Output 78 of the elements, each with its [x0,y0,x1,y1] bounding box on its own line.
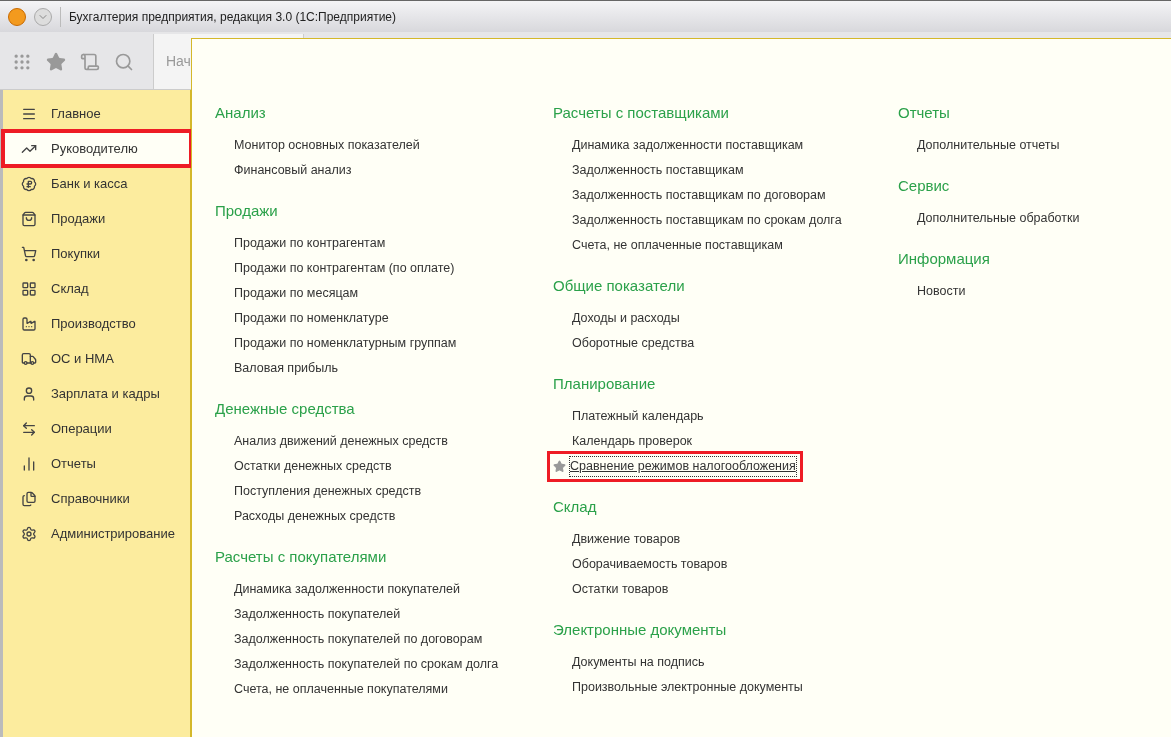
favorite-star-icon[interactable] [553,460,566,473]
sidebar-item[interactable]: Операции [3,411,190,446]
report-link[interactable]: Анализ движений денежных средств [234,432,448,451]
sidebar-item[interactable]: Продажи [3,201,190,236]
report-link[interactable]: Оборачиваемость товаров [572,555,728,574]
report-link[interactable]: Дополнительные отчеты [917,136,1060,155]
report-link[interactable]: Поступления денежных средств [234,482,422,501]
ruble-icon [21,175,37,192]
settings-icon [21,525,37,542]
section-heading: Отчеты [898,103,951,123]
report-link[interactable]: Доходы и расходы [572,309,680,328]
report-link[interactable]: Новости [917,282,966,301]
section-heading: Склад [553,497,598,517]
section-heading: Сервис [898,176,951,196]
report-link[interactable]: Задолженность покупателей по срокам долга [234,655,499,674]
grid-icon [21,280,37,297]
report-link[interactable]: Продажи по контрагентам [234,234,386,253]
report-link[interactable]: Календарь проверок [572,432,693,451]
report-link[interactable]: Остатки товаров [572,580,669,599]
window-title: Бухгалтерия предприятия, редакция 3.0 (1С:Предприятие) [69,8,397,26]
report-link[interactable]: Сравнение режимов налогообложения [569,456,797,477]
dropdown-button[interactable] [34,7,52,26]
sidebar-item[interactable]: Склад [3,271,190,306]
sidebar-item[interactable]: Банк и касса [3,166,190,201]
sidebar-item[interactable]: Отчеты [3,446,190,481]
sidebar-item[interactable]: Покупки [3,236,190,271]
report-link[interactable]: Задолженность покупателей по договорам [234,630,483,649]
sidebar-item[interactable]: ОС и НМА [3,341,190,376]
sidebar-item[interactable]: Главное [3,96,190,131]
section-heading: Продажи [215,201,279,221]
logo-icon [8,7,26,26]
report-link[interactable]: Продажи по номенклатурным группам [234,334,457,353]
factory-icon [21,315,37,332]
sidebar-item[interactable]: Зарплата и кадры [3,376,190,411]
report-link[interactable]: Динамика задолженности покупателей [234,580,460,599]
sidebar-item[interactable]: Администрирование [3,516,190,551]
shopping-bag-icon [21,210,37,227]
favorites-star-icon[interactable] [46,51,66,72]
report-link[interactable]: Динамика задолженности поставщикам [572,136,804,155]
sidebar-item[interactable]: Руководителю [3,131,191,166]
report-link[interactable]: Дополнительные обработки [917,209,1080,228]
report-link[interactable]: Счета, не оплаченные покупателями [234,680,448,699]
person-icon [21,385,37,402]
report-link[interactable]: Документы на подпись [572,653,705,672]
report-link[interactable]: Задолженность покупателей [234,605,401,624]
sidebar-item[interactable]: Справочники [3,481,190,516]
report-link[interactable]: Задолженность поставщикам [572,161,744,180]
report-link[interactable]: Задолженность поставщикам по договорам [572,186,826,205]
section-heading: Информация [898,249,991,269]
truck-icon [21,350,37,367]
section-heading: Электронные документы [553,620,728,640]
section-heading: Анализ [215,103,267,123]
report-link[interactable]: Расходы денежных средств [234,507,396,526]
search-icon[interactable] [114,51,134,72]
report-link[interactable]: Счета, не оплаченные поставщикам [572,236,783,255]
report-link[interactable]: Продажи по контрагентам (по оплате) [234,259,455,278]
report-link[interactable]: Остатки денежных средств [234,457,392,476]
report-link[interactable]: Движение товаров [572,530,681,549]
section-heading: Общие показатели [553,276,686,296]
report-link[interactable]: Валовая прибыль [234,359,339,378]
arrows-icon [21,420,37,437]
section-heading: Расчеты с покупателями [215,547,388,567]
report-link[interactable]: Платежный календарь [572,407,704,426]
report-link[interactable]: Оборотные средства [572,334,695,353]
report-link[interactable]: Произвольные электронные документы [572,678,803,697]
section-heading: Денежные средства [215,399,356,419]
section-heading: Расчеты с поставщиками [553,103,730,123]
bar-chart-icon [21,455,37,472]
cart-icon [21,245,37,262]
section-heading: Планирование [553,374,657,394]
report-link[interactable]: Монитор основных показателей [234,136,420,155]
report-link[interactable]: Продажи по номенклатуре [234,309,389,328]
history-scroll-icon[interactable] [80,51,100,72]
report-link[interactable]: Продажи по месяцам [234,284,359,303]
sidebar-item[interactable]: Производство [3,306,190,341]
documents-icon [21,490,37,507]
report-link[interactable]: Задолженность поставщикам по срокам долга [572,211,842,230]
report-link[interactable]: Финансовый анализ [234,161,352,180]
